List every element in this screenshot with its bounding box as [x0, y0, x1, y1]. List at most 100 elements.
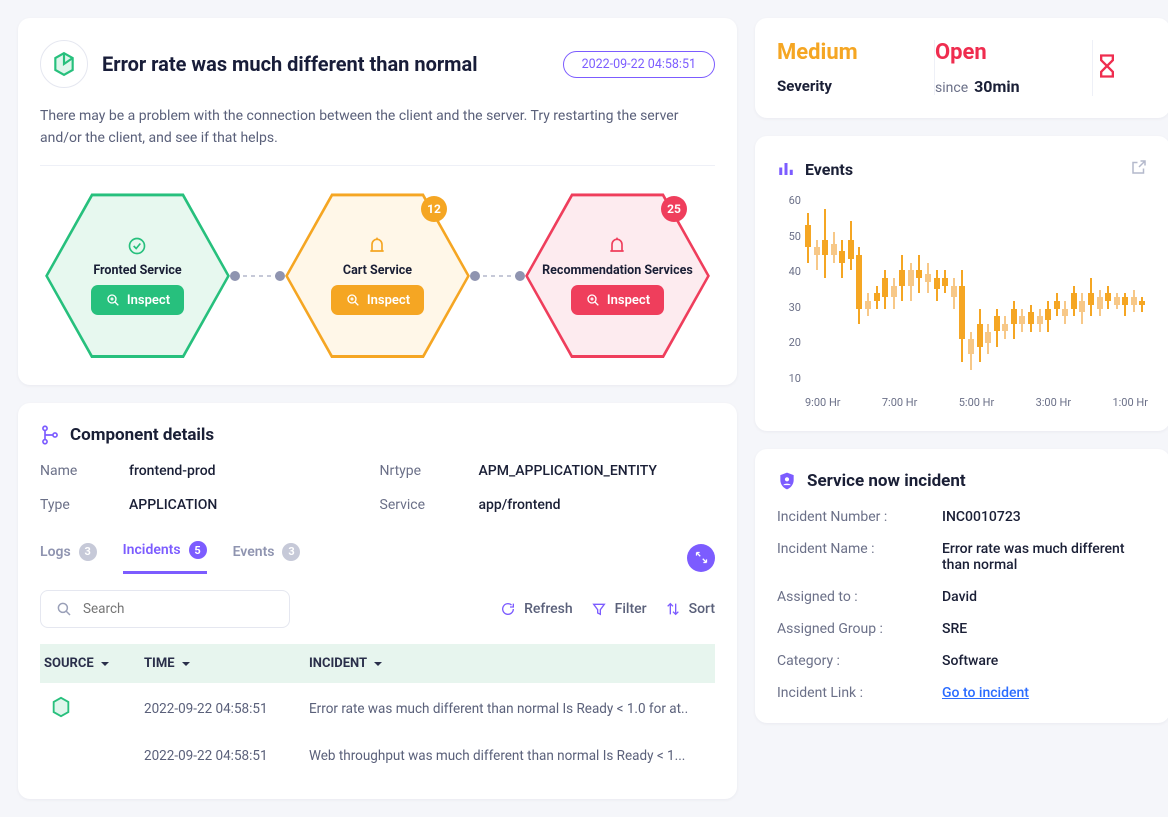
chart-body: [805, 194, 1148, 385]
search-input[interactable]: [83, 601, 275, 617]
label-nrtype: Nrtype: [380, 463, 465, 479]
incident-link[interactable]: Go to incident: [942, 685, 1029, 701]
status-card: Medium Severity Open since30min: [755, 18, 1168, 118]
branch-icon: [40, 425, 60, 445]
bar-chart-icon: [777, 160, 795, 178]
severity-value: Medium: [777, 40, 916, 65]
status-icon: [607, 236, 627, 256]
candle: [968, 332, 974, 370]
sn-value: Software: [942, 653, 1148, 669]
candle: [1114, 293, 1120, 308]
tab-incidents[interactable]: Incidents5: [123, 541, 207, 574]
th-time[interactable]: TIME: [140, 656, 305, 671]
sn-label: Assigned Group :: [777, 621, 942, 637]
refresh-icon: [500, 601, 516, 617]
candle: [951, 278, 957, 309]
label-type: Type: [40, 497, 115, 513]
sn-value: David: [942, 589, 1148, 605]
candle: [1131, 290, 1137, 313]
filter-button[interactable]: Filter: [591, 601, 647, 617]
tab-logs[interactable]: Logs3: [40, 543, 97, 573]
sort-button[interactable]: Sort: [665, 601, 715, 617]
description-text: There may be a problem with the connecti…: [40, 106, 715, 149]
cell-incident: Error rate was much different than norma…: [305, 701, 715, 717]
service-name: Fronted Service: [93, 263, 181, 278]
timestamp-pill: 2022-09-22 04:58:51: [563, 51, 715, 78]
section-title-servicenow: Service now incident: [777, 471, 1148, 491]
cell-source: [40, 696, 140, 722]
component-details-card: Component details Name frontend-prod Nrt…: [18, 403, 737, 799]
magnify-icon: [345, 292, 361, 308]
candle: [1079, 293, 1085, 324]
status-icon: [127, 236, 147, 256]
table-row[interactable]: 2022-09-22 04:58:51 Error rate was much …: [40, 683, 715, 735]
sn-label: Assigned to :: [777, 589, 942, 605]
popout-button[interactable]: [1130, 158, 1148, 180]
detail-grid: Name frontend-prod Nrtype APM_APPLICATIO…: [40, 463, 715, 513]
search-input-wrapper[interactable]: [40, 590, 290, 628]
candle: [994, 309, 1000, 347]
tab-count-badge: 3: [282, 543, 300, 561]
source-icon: [50, 696, 72, 718]
tab-events[interactable]: Events3: [233, 543, 301, 573]
sn-value: INC0010723: [942, 509, 1148, 525]
caret-down-icon: [373, 659, 383, 669]
tabs-row: Logs3 Incidents5 Events3: [40, 541, 715, 574]
caret-down-icon: [181, 659, 191, 669]
candle: [1037, 309, 1043, 332]
connector: [235, 275, 280, 277]
connector: [475, 275, 520, 277]
candle: [865, 293, 871, 316]
status-icon: [367, 236, 387, 256]
shield-user-icon: [777, 471, 797, 491]
th-source[interactable]: SOURCE: [40, 656, 140, 671]
caret-down-icon: [100, 659, 110, 669]
candle: [977, 309, 983, 362]
tab-count-badge: 3: [79, 543, 97, 561]
inspect-button[interactable]: Inspect: [91, 285, 184, 315]
candle: [1071, 286, 1077, 317]
sn-value: Go to incident: [942, 685, 1148, 701]
table-row[interactable]: 2022-09-22 04:58:51 Web throughput was m…: [40, 735, 715, 777]
candle: [831, 232, 837, 263]
refresh-button[interactable]: Refresh: [500, 601, 573, 617]
candle: [1097, 290, 1103, 317]
candle: [891, 278, 897, 309]
inspect-button[interactable]: Inspect: [571, 285, 664, 315]
candle: [814, 240, 820, 271]
state-value: Open: [935, 40, 1074, 65]
incidents-table: SOURCE TIME INCIDENT 2022-09-22 04:58:51…: [40, 644, 715, 777]
table-header: SOURCE TIME INCIDENT: [40, 644, 715, 683]
sn-label: Incident Name :: [777, 541, 942, 573]
candle: [805, 213, 811, 263]
expand-button[interactable]: [687, 544, 715, 572]
candle: [908, 263, 914, 301]
candle: [959, 270, 965, 362]
candle: [1054, 293, 1060, 316]
sn-label: Incident Number :: [777, 509, 942, 525]
filter-icon: [591, 601, 607, 617]
incident-summary-card: Error rate was much different than norma…: [18, 18, 737, 385]
section-title-component: Component details: [40, 425, 715, 445]
candle: [925, 263, 931, 294]
tab-count-badge: 5: [189, 541, 207, 559]
label-service: Service: [380, 497, 465, 513]
value-name: frontend-prod: [129, 463, 366, 479]
value-type: APPLICATION: [129, 497, 366, 513]
candle: [1045, 301, 1051, 332]
app-logo-icon: [40, 40, 88, 88]
severity-label: Severity: [777, 77, 916, 95]
sn-value: SRE: [942, 621, 1148, 637]
th-incident[interactable]: INCIDENT: [305, 656, 715, 671]
candle: [1002, 316, 1008, 339]
inspect-button[interactable]: Inspect: [331, 285, 424, 315]
divider: [40, 165, 715, 166]
value-service: app/frontend: [479, 497, 716, 513]
events-chart: 605040302010 9:00 Hr7:00 Hr5:00 Hr3:00 H…: [777, 194, 1148, 409]
candle: [882, 270, 888, 308]
service-name: Recommendation Services: [542, 263, 693, 278]
alert-count-badge: 25: [661, 196, 687, 222]
sn-label: Category :: [777, 653, 942, 669]
service-topology: Fronted Service Inspect Cart Service Ins…: [40, 188, 715, 363]
service-node: Recommendation Services Inspect 25: [520, 188, 715, 363]
